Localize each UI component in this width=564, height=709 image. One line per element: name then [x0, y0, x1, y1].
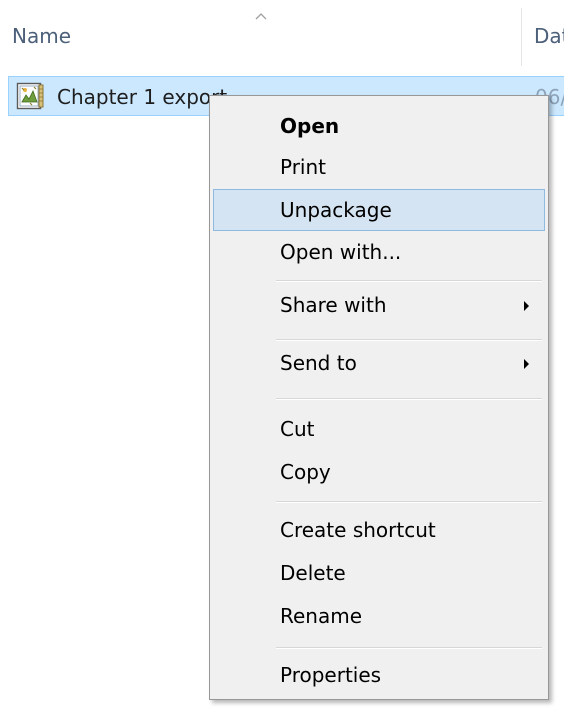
column-divider[interactable]	[521, 8, 522, 66]
submenu-arrow-icon	[524, 301, 529, 311]
file-name: Chapter 1 export	[57, 85, 228, 109]
menu-separator	[276, 501, 542, 503]
menu-item-label: Create shortcut	[280, 518, 436, 542]
menu-item-unpackage[interactable]: Unpackage	[213, 189, 545, 231]
menu-item-delete[interactable]: Delete	[213, 552, 545, 594]
menu-item-open-with[interactable]: Open with...	[213, 231, 545, 273]
package-file-icon	[16, 82, 44, 110]
menu-item-label: Copy	[280, 460, 331, 484]
menu-separator	[276, 398, 542, 400]
menu-item-create-shortcut[interactable]: Create shortcut	[213, 509, 545, 551]
menu-separator	[276, 339, 542, 341]
menu-item-label: Properties	[280, 663, 382, 687]
menu-separator	[276, 647, 542, 649]
menu-item-label: Delete	[280, 561, 346, 585]
menu-item-label: Open	[280, 114, 340, 138]
column-header-bar: Name Dat	[0, 0, 564, 72]
menu-item-cut[interactable]: Cut	[213, 408, 545, 450]
menu-item-send-to[interactable]: Send to	[213, 342, 545, 384]
menu-separator	[276, 280, 542, 282]
menu-item-share-with[interactable]: Share with	[213, 284, 545, 326]
menu-item-open[interactable]: Open	[213, 105, 545, 147]
menu-item-print[interactable]: Print	[213, 146, 545, 188]
context-menu: Open Print Unpackage Open with... Share with…	[209, 95, 549, 700]
menu-item-label: Share with	[280, 293, 387, 317]
file-explorer-view: Name Dat Chapter 1 export 06/ OpenPrintU…	[0, 0, 564, 709]
menu-item-label: Open with...	[280, 240, 402, 264]
sort-ascending-icon	[255, 13, 267, 20]
column-header-name[interactable]: Name	[12, 24, 71, 48]
menu-item-label: Unpackage	[280, 198, 392, 222]
menu-item-properties[interactable]: Properties	[213, 654, 545, 696]
menu-item-label: Cut	[280, 417, 315, 441]
menu-item-label: Send to	[280, 351, 357, 375]
column-header-date[interactable]: Dat	[534, 24, 564, 48]
menu-item-label: Print	[280, 155, 327, 179]
menu-item-copy[interactable]: Copy	[213, 451, 545, 493]
submenu-arrow-icon	[524, 359, 529, 369]
menu-item-rename[interactable]: Rename	[213, 595, 545, 637]
menu-item-label: Rename	[280, 604, 363, 628]
